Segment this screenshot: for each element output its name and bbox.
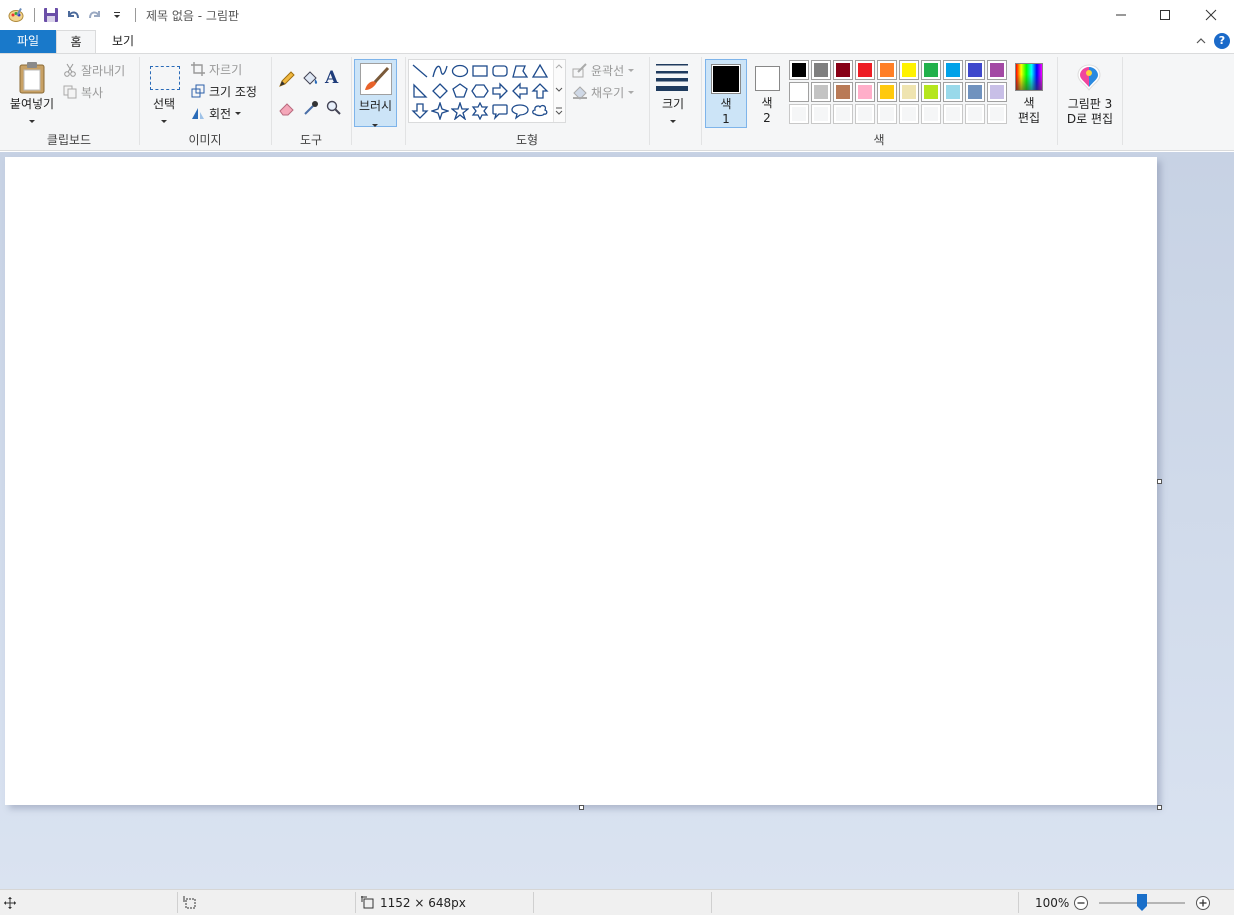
color1-number: 1: [722, 112, 730, 126]
zoom-slider-thumb[interactable]: [1137, 894, 1147, 911]
custom-color-slot[interactable]: [855, 104, 875, 124]
custom-color-slot[interactable]: [921, 104, 941, 124]
maximize-button[interactable]: [1142, 0, 1188, 30]
zoom-level: 100%: [1035, 895, 1070, 910]
zoom-in-button[interactable]: [1195, 890, 1211, 915]
zoom-out-button[interactable]: [1073, 890, 1089, 915]
palette-color-swatch[interactable]: [899, 60, 919, 80]
color-spectrum-icon: [1015, 63, 1043, 91]
redo-icon[interactable]: [85, 5, 105, 25]
help-icon[interactable]: ?: [1214, 33, 1230, 49]
custom-color-slot[interactable]: [943, 104, 963, 124]
status-separator: [177, 892, 178, 913]
paint3d-icon[interactable]: [1074, 62, 1104, 95]
palette-color-swatch[interactable]: [811, 60, 831, 80]
palette-color-swatch[interactable]: [943, 60, 963, 80]
drawing-canvas[interactable]: [5, 157, 1157, 805]
palette-color-swatch[interactable]: [789, 82, 809, 102]
resize-handle-corner[interactable]: [1157, 805, 1162, 810]
color1-button[interactable]: 색1: [705, 59, 747, 128]
ribbon-separator: [1122, 57, 1123, 145]
status-separator: [1018, 892, 1019, 913]
zoom-slider[interactable]: [1099, 890, 1185, 915]
status-separator: [533, 892, 534, 913]
canvas-workspace[interactable]: [0, 152, 1234, 889]
window-title: 제목 없음 - 그림판: [146, 8, 240, 23]
title-bar: 제목 없음 - 그림판: [0, 0, 1234, 30]
canvas-size-icon: [361, 895, 374, 908]
palette-color-swatch[interactable]: [833, 60, 853, 80]
custom-color-slot[interactable]: [899, 104, 919, 124]
resize-handle-right[interactable]: [1157, 479, 1162, 484]
tab-view[interactable]: 보기: [96, 30, 150, 53]
color2-label: 색: [761, 96, 773, 110]
palette-color-swatch[interactable]: [833, 82, 853, 102]
cursor-position: [4, 890, 16, 915]
quick-access-toolbar: [0, 0, 142, 30]
save-icon[interactable]: [41, 5, 61, 25]
palette-color-swatch[interactable]: [943, 82, 963, 102]
custom-color-slot[interactable]: [987, 104, 1007, 124]
edit-with-paint3d-button[interactable]: 그림판 3 D로 편집: [1060, 97, 1120, 127]
edit-colors-button[interactable]: 색 편집: [1013, 62, 1045, 130]
zoom-out-icon: [1074, 895, 1088, 910]
tab-home[interactable]: 홈: [56, 30, 96, 54]
colors-group: 색1 색2 색 편집 색: [0, 54, 1058, 151]
palette-color-swatch[interactable]: [855, 60, 875, 80]
title-separator: [135, 8, 136, 22]
palette-color-swatch[interactable]: [811, 82, 831, 102]
edit-colors-label: 색: [1023, 96, 1035, 110]
color2-number: 2: [763, 111, 771, 125]
edit-colors-label-2: 편집: [1017, 111, 1041, 125]
color2-button[interactable]: 색2: [751, 59, 785, 128]
palette-color-swatch[interactable]: [965, 82, 985, 102]
status-separator: [711, 892, 712, 913]
color2-swatch: [757, 68, 778, 89]
palette-color-swatch[interactable]: [789, 60, 809, 80]
close-button[interactable]: [1188, 0, 1234, 30]
tab-file[interactable]: 파일: [0, 30, 56, 53]
palette-color-swatch[interactable]: [921, 82, 941, 102]
customize-quick-access-icon[interactable]: [107, 5, 127, 25]
zoom-in-icon: [1196, 895, 1210, 910]
palette-color-swatch[interactable]: [965, 60, 985, 80]
ribbon-tabs: 파일 홈 보기 ?: [0, 30, 1234, 54]
resize-handle-bottom[interactable]: [579, 805, 584, 810]
custom-color-slot[interactable]: [789, 104, 809, 124]
selection-size: [183, 890, 197, 915]
custom-color-slot[interactable]: [811, 104, 831, 124]
minimize-button[interactable]: [1098, 0, 1144, 30]
custom-color-slot[interactable]: [877, 104, 897, 124]
paint3d-group: 그림판 3 D로 편집: [1058, 54, 1122, 151]
minimize-ribbon-button[interactable]: [1196, 35, 1206, 49]
custom-color-slot[interactable]: [965, 104, 985, 124]
minimize-icon: [1116, 14, 1126, 16]
canvas-size-text: 1152 × 648px: [380, 895, 466, 910]
undo-icon[interactable]: [63, 5, 83, 25]
palette-color-swatch[interactable]: [987, 82, 1007, 102]
color1-swatch: [713, 66, 739, 92]
color1-label: 색: [720, 97, 732, 111]
palette-color-swatch[interactable]: [899, 82, 919, 102]
palette-color-swatch[interactable]: [877, 82, 897, 102]
paint3d-label-2: D로 편집: [1066, 112, 1114, 126]
custom-color-slot[interactable]: [833, 104, 853, 124]
close-icon: [1205, 9, 1217, 21]
palette-color-swatch[interactable]: [877, 60, 897, 80]
cursor-position-icon: [4, 896, 16, 909]
palette-color-swatch[interactable]: [855, 82, 875, 102]
paint-app-icon[interactable]: [6, 5, 26, 25]
colors-group-label: 색: [873, 133, 885, 147]
selection-size-icon: [183, 895, 196, 908]
status-bar: 1152 × 648px 100%: [0, 889, 1234, 915]
chevron-up-icon: [1196, 38, 1206, 44]
status-separator: [355, 892, 356, 913]
maximize-icon: [1160, 10, 1170, 20]
quick-access-separator: [34, 8, 35, 22]
palette-color-swatch[interactable]: [921, 60, 941, 80]
palette-color-swatch[interactable]: [987, 60, 1007, 80]
paint3d-label-1: 그림판 3: [1067, 97, 1113, 111]
canvas-size: 1152 × 648px: [361, 890, 466, 915]
ribbon: 붙여넣기 잘라내기 복사 클립보드 선택 자르기 크기 조정 회전 이미지 A …: [0, 53, 1234, 151]
